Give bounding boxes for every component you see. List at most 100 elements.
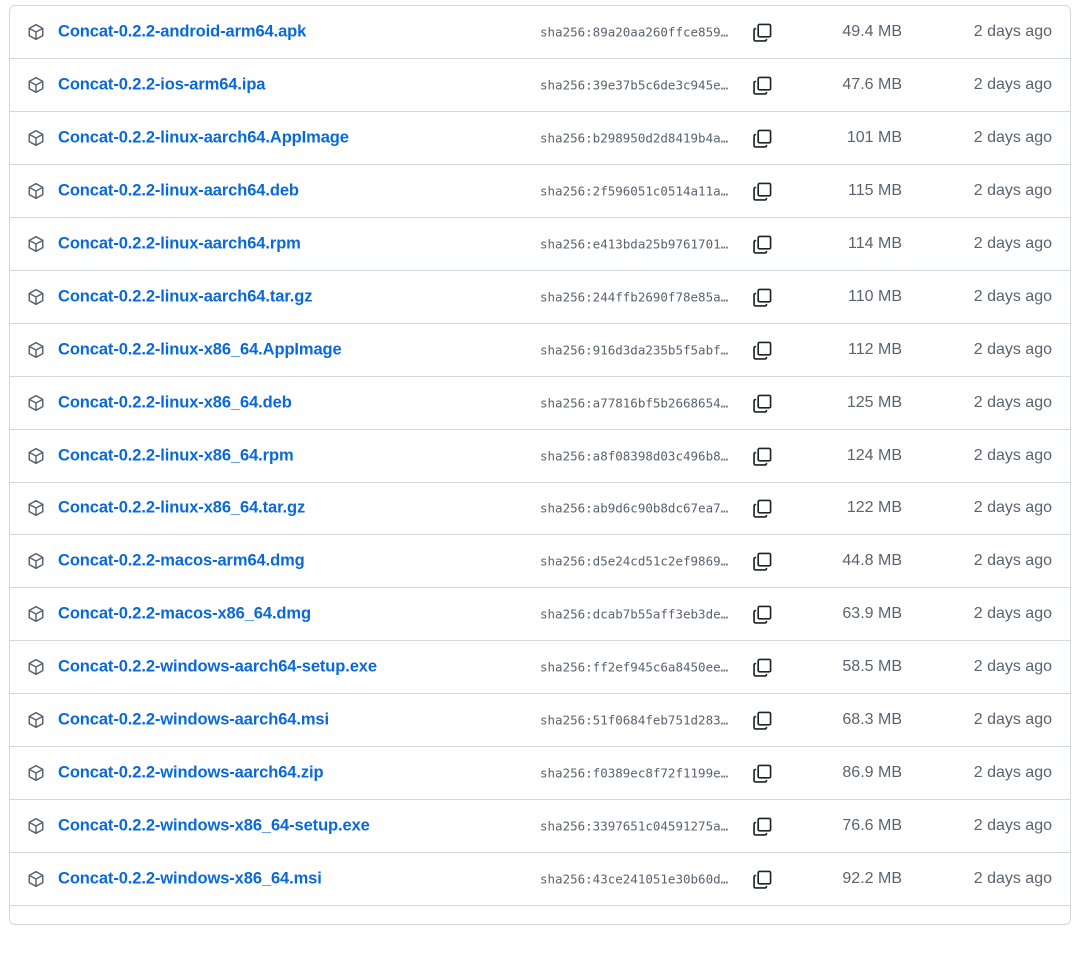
asset-row: Concat-0.2.2-macos-arm64.dmg sha256:d5e24…	[10, 534, 1070, 587]
asset-sha256: sha256:b298950d2d8419b4a…	[540, 130, 729, 146]
copy-icon[interactable]	[752, 550, 774, 572]
asset-size: 76.6 MB	[842, 816, 902, 834]
asset-download-link[interactable]: Concat-0.2.2-linux-x86_64.tar.gz	[58, 499, 305, 518]
copy-icon[interactable]	[752, 233, 774, 255]
asset-size: 44.8 MB	[842, 552, 902, 570]
copy-icon[interactable]	[752, 497, 774, 519]
asset-sha256: sha256:dcab7b55aff3eb3de…	[540, 606, 729, 622]
asset-size: 86.9 MB	[842, 763, 902, 781]
asset-date: 2 days ago	[973, 499, 1052, 517]
asset-size: 92.2 MB	[842, 869, 902, 887]
asset-row: Concat-0.2.2-linux-aarch64.AppImage sha25…	[10, 111, 1070, 164]
asset-date: 2 days ago	[973, 76, 1052, 94]
asset-download-link[interactable]: Concat-0.2.2-linux-x86_64.rpm	[58, 446, 294, 465]
package-icon	[28, 553, 44, 570]
asset-download-link[interactable]: Concat-0.2.2-windows-x86_64.msi	[58, 869, 322, 888]
asset-date: 2 days ago	[973, 340, 1052, 358]
package-icon	[28, 288, 44, 305]
copy-icon[interactable]	[752, 74, 774, 96]
asset-date: 2 days ago	[973, 23, 1052, 41]
copy-icon[interactable]	[752, 127, 774, 149]
asset-sha256: sha256:3397651c04591275a…	[540, 818, 729, 834]
package-icon	[28, 235, 44, 253]
asset-row: Concat-0.2.2-linux-x86_64.deb sha256:a778…	[10, 375, 1070, 429]
asset-row: Concat-0.2.2-linux-x86_64.rpm sha256:a8f0…	[10, 428, 1070, 482]
package-icon	[28, 870, 44, 887]
asset-size: 114 MB	[848, 235, 902, 252]
copy-icon[interactable]	[752, 868, 774, 890]
asset-size: 125 MB	[846, 393, 902, 411]
asset-row: Concat-0.2.2-macos-x86_64.dmg sha256:dcab…	[10, 587, 1070, 640]
copy-icon[interactable]	[752, 603, 774, 625]
asset-download-link[interactable]: Concat-0.2.2-windows-aarch64-setup.exe	[58, 658, 377, 677]
copy-icon[interactable]	[752, 339, 774, 361]
asset-size: 115 MB	[848, 182, 902, 200]
asset-row: Concat-0.2.2-windows-aarch64.msi sha256:5…	[10, 693, 1070, 746]
asset-size: 63.9 MB	[842, 605, 902, 623]
asset-size: 124 MB	[846, 446, 902, 464]
copy-icon[interactable]	[752, 445, 774, 467]
asset-row: Concat-0.2.2-android-arm64.apk sha256:89a…	[10, 6, 1070, 58]
asset-date: 2 days ago	[973, 129, 1052, 147]
asset-download-link[interactable]: Concat-0.2.2-linux-aarch64.deb	[58, 182, 299, 201]
asset-sha256: sha256:43ce241051e30b60d…	[540, 871, 729, 887]
package-icon	[28, 764, 44, 781]
package-icon	[28, 341, 44, 358]
asset-row: Concat-0.2.2-windows-x86_64.msi sha256:43…	[10, 851, 1070, 905]
asset-date: 2 days ago	[973, 182, 1052, 200]
asset-date: 2 days ago	[973, 287, 1052, 305]
asset-size: 58.5 MB	[842, 658, 902, 676]
copy-icon[interactable]	[752, 815, 774, 837]
copy-icon[interactable]	[752, 180, 774, 202]
copy-icon[interactable]	[752, 286, 774, 308]
asset-row: Concat-0.2.2-linux-x86_64.tar.gz sha256:a…	[10, 481, 1070, 535]
asset-download-link[interactable]: Concat-0.2.2-linux-aarch64.AppImage	[58, 129, 349, 148]
asset-download-link[interactable]: Concat-0.2.2-linux-aarch64.rpm	[58, 235, 301, 254]
package-icon	[28, 711, 44, 729]
asset-download-link[interactable]: Concat-0.2.2-ios-arm64.ipa	[58, 76, 265, 95]
copy-icon[interactable]	[752, 762, 774, 784]
package-icon	[28, 447, 44, 464]
asset-download-link[interactable]: Concat-0.2.2-linux-x86_64.AppImage	[58, 340, 342, 359]
asset-size: 68.3 MB	[842, 711, 902, 729]
asset-sha256: sha256:51f0684feb751d283…	[540, 712, 729, 728]
asset-download-link[interactable]: Concat-0.2.2-linux-x86_64.deb	[58, 393, 292, 412]
asset-size: 122 MB	[846, 499, 902, 517]
asset-sha256: sha256:f0389ec8f72f1199e…	[540, 765, 729, 781]
copy-icon[interactable]	[752, 656, 774, 678]
asset-size: 112 MB	[848, 340, 902, 358]
asset-sha256: sha256:a77816bf5b2668654…	[540, 395, 729, 411]
asset-download-link[interactable]: Concat-0.2.2-windows-aarch64.msi	[58, 711, 329, 730]
asset-row: Concat-0.2.2-linux-x86_64.AppImage sha256…	[10, 322, 1070, 376]
asset-date: 2 days ago	[973, 235, 1052, 252]
asset-date: 2 days ago	[973, 816, 1052, 834]
asset-date: 2 days ago	[973, 446, 1052, 464]
asset-row: Concat-0.2.2-windows-aarch64.zip sha256:f…	[10, 745, 1070, 799]
asset-sha256: sha256:89a20aa260ffce859…	[540, 24, 729, 40]
copy-icon[interactable]	[752, 392, 774, 414]
asset-date: 2 days ago	[973, 605, 1052, 623]
asset-download-link[interactable]: Concat-0.2.2-windows-aarch64.zip	[58, 763, 324, 782]
asset-date: 2 days ago	[973, 711, 1052, 729]
copy-icon[interactable]	[752, 21, 774, 43]
package-icon	[28, 500, 44, 517]
package-icon	[28, 606, 44, 623]
asset-date: 2 days ago	[973, 552, 1052, 570]
asset-download-link[interactable]: Concat-0.2.2-macos-x86_64.dmg	[58, 605, 311, 624]
release-assets-list: Concat-0.2.2-android-arm64.apk sha256:89a…	[9, 5, 1071, 925]
asset-date: 2 days ago	[973, 393, 1052, 411]
package-icon	[28, 183, 44, 200]
asset-size: 110 MB	[848, 287, 902, 305]
asset-date: 2 days ago	[973, 658, 1052, 676]
package-icon	[28, 24, 44, 41]
asset-download-link[interactable]: Concat-0.2.2-macos-arm64.dmg	[58, 552, 305, 571]
asset-download-link[interactable]: Concat-0.2.2-windows-x86_64-setup.exe	[58, 816, 370, 835]
asset-download-link[interactable]: Concat-0.2.2-android-arm64.apk	[58, 23, 306, 42]
asset-row	[10, 904, 1070, 958]
asset-sha256: sha256:a8f08398d03c496b8…	[540, 448, 729, 464]
asset-size: 47.6 MB	[842, 76, 902, 94]
asset-download-link[interactable]: Concat-0.2.2-linux-aarch64.tar.gz	[58, 287, 312, 306]
copy-icon[interactable]	[752, 709, 774, 731]
asset-row: Concat-0.2.2-windows-aarch64-setup.exe sh…	[10, 640, 1070, 693]
asset-row: Concat-0.2.2-ios-arm64.ipa sha256:39e37b5…	[10, 58, 1070, 111]
